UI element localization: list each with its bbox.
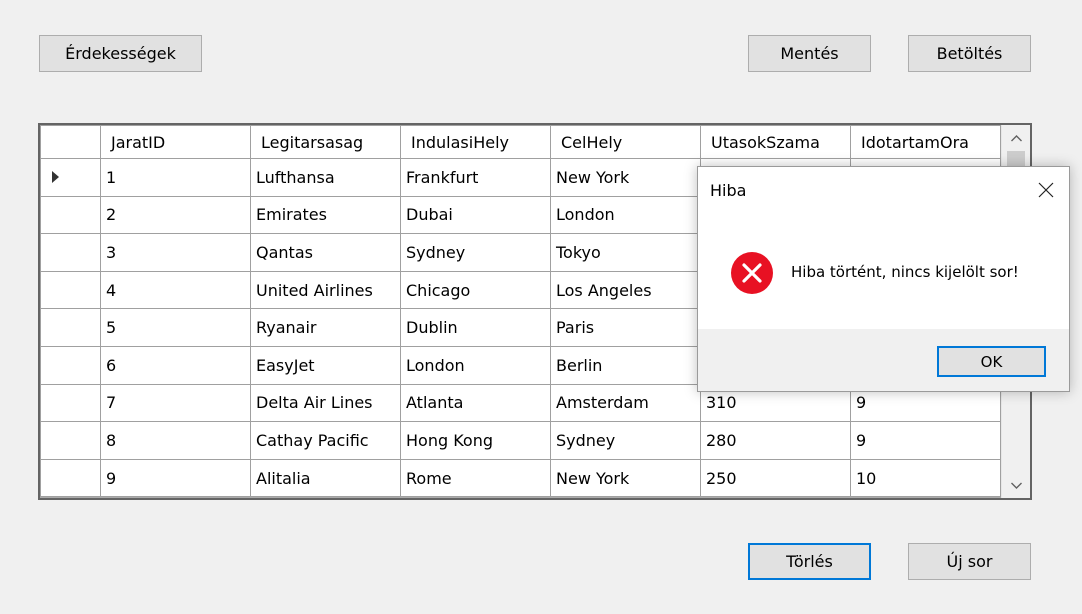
table-cell[interactable]: Sydney — [550, 421, 701, 460]
table-cell[interactable]: 250 — [700, 458, 851, 498]
table-cell[interactable]: Sydney — [400, 233, 551, 272]
current-row-arrow-icon — [52, 171, 59, 184]
table-cell[interactable]: Los Angeles — [550, 270, 701, 310]
table-cell[interactable]: New York — [550, 158, 701, 197]
table-cell[interactable]: Berlin — [550, 345, 701, 385]
table-cell[interactable]: 8 — [100, 421, 251, 460]
ok-button[interactable]: OK — [937, 346, 1046, 377]
table-cell[interactable]: Atlanta — [400, 383, 551, 423]
table-cell[interactable]: London — [550, 195, 701, 235]
table-cell[interactable]: Delta Air Lines — [250, 383, 401, 423]
error-dialog: Hiba Hiba történt, nincs kijelölt sor! O… — [697, 166, 1070, 392]
features-button[interactable]: Érdekességek — [39, 35, 202, 72]
table-cell[interactable]: Hong Kong — [400, 421, 551, 460]
row-header[interactable] — [40, 233, 101, 272]
chevron-up-icon[interactable] — [1002, 125, 1030, 151]
table-cell[interactable]: Chicago — [400, 270, 551, 310]
row-header[interactable] — [40, 458, 101, 498]
row-header[interactable] — [40, 345, 101, 385]
table-cell[interactable]: Ryanair — [250, 308, 401, 347]
table-cell[interactable]: Cathay Pacific — [250, 421, 401, 460]
dialog-footer: OK — [698, 329, 1069, 391]
save-button[interactable]: Mentés — [748, 35, 871, 72]
table-cell[interactable]: 5 — [100, 308, 251, 347]
header-row: JaratID Legitarsasag IndulasiHely CelHel… — [40, 125, 1001, 159]
column-header-jaratid[interactable]: JaratID — [100, 125, 251, 159]
table-cell[interactable]: 10 — [850, 458, 1001, 498]
table-cell[interactable]: Rome — [400, 458, 551, 498]
table-cell[interactable]: Frankfurt — [400, 158, 551, 197]
row-header[interactable] — [40, 421, 101, 460]
table-cell[interactable]: Emirates — [250, 195, 401, 235]
column-header-celhely[interactable]: CelHely — [550, 125, 701, 159]
dialog-title: Hiba — [710, 181, 747, 200]
table-cell[interactable]: Dubai — [400, 195, 551, 235]
table-cell[interactable]: 280 — [700, 421, 851, 460]
column-header-indulasihely[interactable]: IndulasiHely — [400, 125, 551, 159]
table-cell[interactable]: EasyJet — [250, 345, 401, 385]
row-header[interactable] — [40, 158, 101, 197]
table-cell[interactable]: 4 — [100, 270, 251, 310]
dialog-message: Hiba történt, nincs kijelölt sor! — [791, 263, 1019, 281]
table-cell[interactable]: 9 — [850, 421, 1001, 460]
column-header-utasokszama[interactable]: UtasokSzama — [700, 125, 851, 159]
row-header-corner[interactable] — [40, 125, 101, 159]
table-cell[interactable]: Amsterdam — [550, 383, 701, 423]
close-icon[interactable] — [1023, 167, 1069, 213]
table-cell[interactable]: United Airlines — [250, 270, 401, 310]
row-header[interactable] — [40, 308, 101, 347]
row-header[interactable] — [40, 270, 101, 310]
column-header-legitarsasag[interactable]: Legitarsasag — [250, 125, 401, 159]
table-cell[interactable]: 2 — [100, 195, 251, 235]
row-header[interactable] — [40, 195, 101, 235]
table-cell[interactable]: 9 — [100, 458, 251, 498]
table-cell[interactable]: Qantas — [250, 233, 401, 272]
table-row[interactable]: 9 Alitalia Rome New York 250 10 — [40, 458, 1001, 498]
table-cell[interactable]: 3 — [100, 233, 251, 272]
table-cell[interactable]: New York — [550, 458, 701, 498]
table-cell[interactable]: Lufthansa — [250, 158, 401, 197]
load-button[interactable]: Betöltés — [908, 35, 1031, 72]
table-row[interactable]: 8 Cathay Pacific Hong Kong Sydney 280 9 — [40, 421, 1001, 460]
table-cell[interactable]: Tokyo — [550, 233, 701, 272]
table-cell[interactable]: London — [400, 345, 551, 385]
table-cell[interactable]: Dublin — [400, 308, 551, 347]
error-icon — [730, 251, 774, 295]
chevron-down-icon[interactable] — [1002, 472, 1030, 498]
row-header[interactable] — [40, 383, 101, 423]
delete-button[interactable]: Törlés — [748, 543, 871, 580]
table-cell[interactable]: 6 — [100, 345, 251, 385]
table-cell[interactable]: 1 — [100, 158, 251, 197]
new-row-button[interactable]: Új sor — [908, 543, 1031, 580]
table-cell[interactable]: Alitalia — [250, 458, 401, 498]
table-cell[interactable]: Paris — [550, 308, 701, 347]
table-cell[interactable]: 7 — [100, 383, 251, 423]
column-header-idotartamora[interactable]: IdotartamOra — [850, 125, 1001, 159]
